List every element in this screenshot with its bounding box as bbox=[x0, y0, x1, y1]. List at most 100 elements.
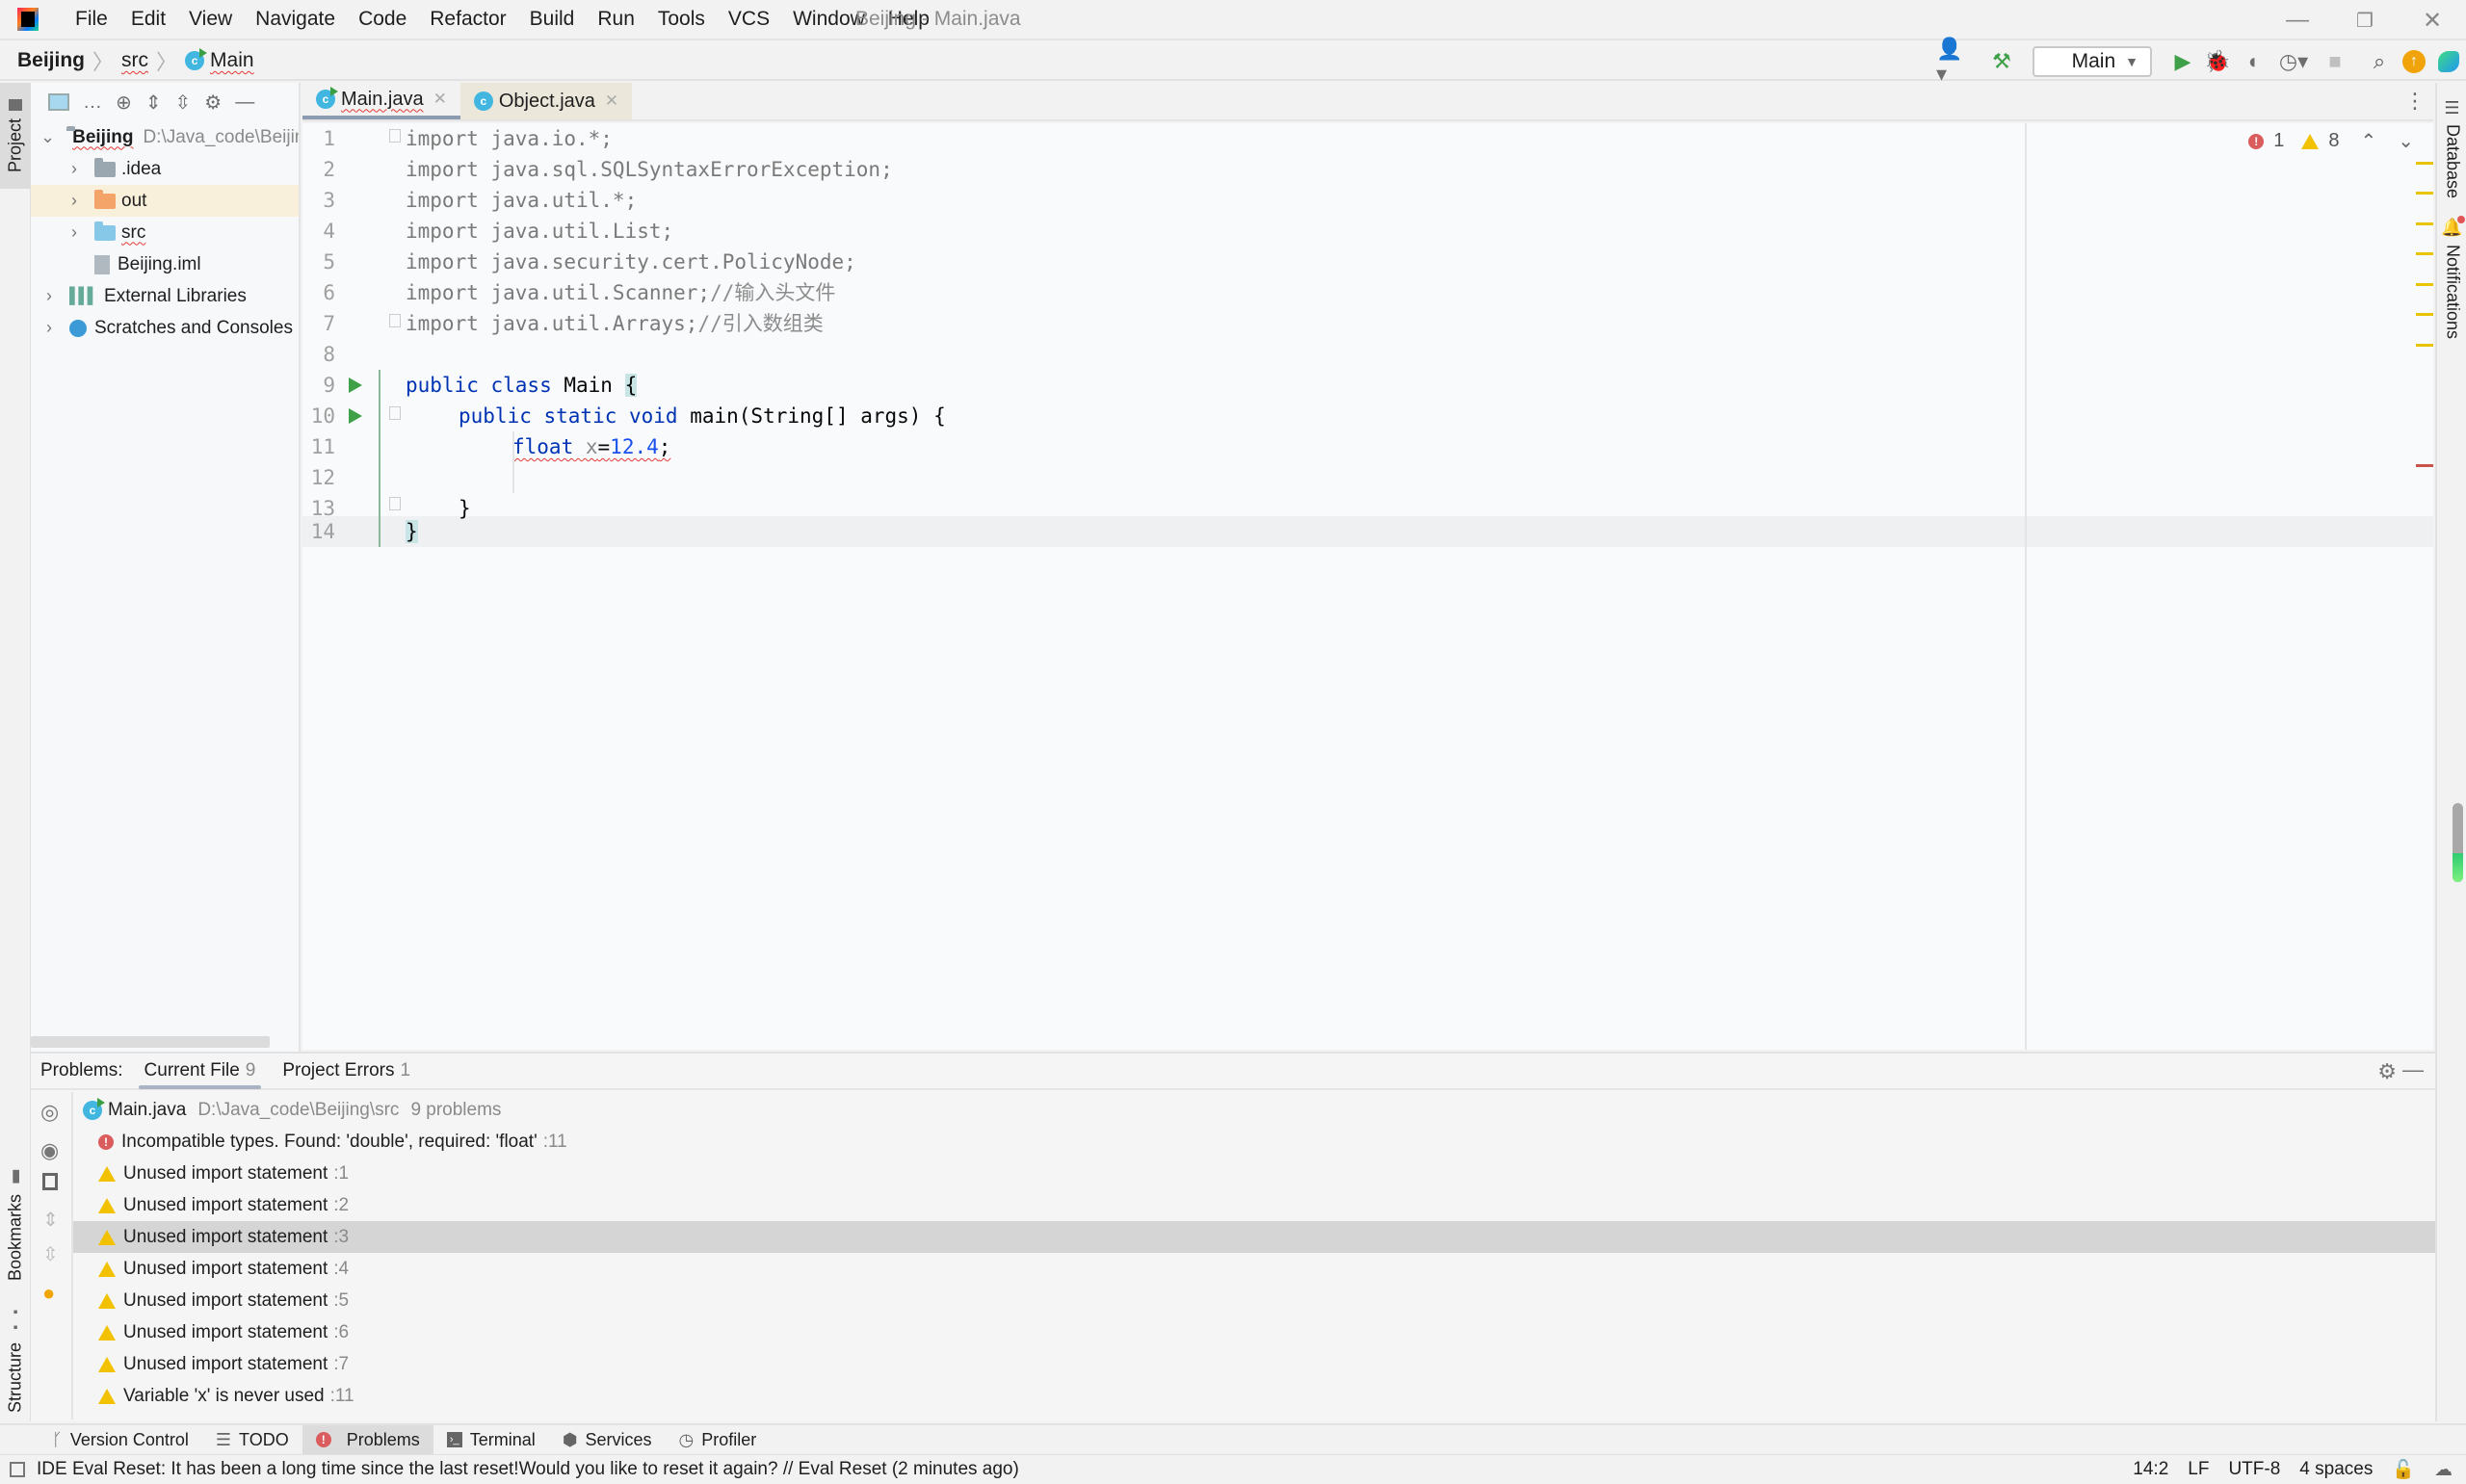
view-options-icon[interactable]: ◉ bbox=[40, 1138, 59, 1163]
run-icon[interactable]: ▶ bbox=[2165, 44, 2200, 79]
line-separator[interactable]: LF bbox=[2188, 1459, 2209, 1480]
collapse-all-icon[interactable]: ⇳ bbox=[42, 1242, 59, 1266]
menu-edit[interactable]: Edit bbox=[119, 8, 177, 31]
chevron-right-icon[interactable]: › bbox=[66, 191, 83, 211]
project-view-icon[interactable] bbox=[48, 93, 69, 111]
menu-file[interactable]: File bbox=[64, 8, 119, 31]
minimize-button[interactable]: — bbox=[2264, 0, 2331, 40]
chevron-right-icon[interactable]: › bbox=[66, 159, 83, 179]
stop-icon[interactable]: ■ bbox=[2318, 44, 2352, 79]
menu-refactor[interactable]: Refactor bbox=[418, 8, 517, 31]
tree-item-external-libraries[interactable]: › ▌▌▌ External Libraries bbox=[31, 280, 299, 312]
fold-icon[interactable] bbox=[389, 497, 401, 510]
menu-build[interactable]: Build bbox=[518, 8, 587, 31]
caret-position[interactable]: 14:2 bbox=[2133, 1459, 2168, 1480]
version-control-button[interactable]: ᚴ Version Control bbox=[39, 1425, 202, 1454]
problem-item[interactable]: Unused import statement:6 bbox=[73, 1316, 2435, 1348]
warning-stripe[interactable] bbox=[2416, 344, 2433, 347]
profile-icon[interactable]: ◷▾ bbox=[2269, 44, 2318, 79]
inspection-widget[interactable]: ! 1 8 ⌃ ⌄ bbox=[2248, 129, 2414, 153]
tab-main-java[interactable]: c Main.java ✕ bbox=[302, 83, 460, 119]
help-settings-icon[interactable]: ☁ bbox=[2434, 1459, 2453, 1481]
more-icon[interactable]: … bbox=[83, 91, 102, 114]
toolbox-icon[interactable] bbox=[2431, 44, 2466, 79]
tab-object-java[interactable]: c Object.java ✕ bbox=[459, 83, 633, 119]
todo-button[interactable]: ☰ TODO bbox=[202, 1425, 302, 1454]
database-tool-tab[interactable]: ☰ Database bbox=[2441, 98, 2464, 198]
user-icon[interactable]: 👤▾ bbox=[1936, 37, 1971, 86]
menu-tools[interactable]: Tools bbox=[646, 8, 717, 31]
tree-item-scratches[interactable]: › Scratches and Consoles bbox=[31, 312, 299, 344]
debug-icon[interactable]: 🐞 bbox=[2200, 44, 2235, 79]
problems-file-row[interactable]: c Main.java D:\Java_code\Beijing\src 9 p… bbox=[73, 1094, 2435, 1126]
warning-stripe[interactable] bbox=[2416, 313, 2433, 316]
memory-indicator[interactable] bbox=[2453, 803, 2463, 882]
chevron-right-icon[interactable]: › bbox=[40, 286, 58, 306]
problem-item[interactable]: ! Incompatible types. Found: 'double', re… bbox=[73, 1126, 2435, 1158]
tab-current-file[interactable]: Current File 9 bbox=[131, 1053, 270, 1089]
more-options-icon[interactable]: ⋮ bbox=[2404, 89, 2426, 114]
menu-navigate[interactable]: Navigate bbox=[244, 8, 347, 31]
locate-icon[interactable]: ⊕ bbox=[116, 91, 132, 115]
run-gutter-icon[interactable] bbox=[349, 378, 362, 393]
expand-all-icon[interactable]: ⇕ bbox=[145, 91, 162, 115]
tab-project-errors[interactable]: Project Errors 1 bbox=[269, 1053, 424, 1089]
breadcrumb-main[interactable]: Main bbox=[210, 49, 254, 72]
status-message[interactable]: IDE Eval Reset: It has been a long time … bbox=[37, 1459, 1019, 1480]
bookmarks-tool-tab[interactable]: Bookmarks ▮ bbox=[0, 1161, 31, 1287]
toggle-tool-windows-icon[interactable] bbox=[10, 1461, 25, 1477]
warning-stripe[interactable] bbox=[2416, 192, 2433, 195]
project-tool-tab[interactable]: Project bbox=[0, 83, 31, 189]
menu-code[interactable]: Code bbox=[347, 8, 418, 31]
update-icon[interactable]: ↑ bbox=[2397, 44, 2431, 79]
fold-icon[interactable] bbox=[389, 129, 401, 143]
fold-icon[interactable] bbox=[389, 314, 401, 327]
notifications-tool-tab[interactable]: 🔔 Notifications bbox=[2441, 216, 2465, 339]
restore-button[interactable]: ❐ bbox=[2331, 0, 2399, 40]
menu-view[interactable]: View bbox=[177, 8, 244, 31]
horizontal-scrollbar[interactable] bbox=[31, 1036, 270, 1048]
problem-item[interactable]: Unused import statement:7 bbox=[73, 1348, 2435, 1380]
problems-button[interactable]: ! Problems bbox=[302, 1425, 433, 1454]
chevron-down-icon[interactable]: ⌄ bbox=[40, 127, 55, 147]
run-configuration-select[interactable]: Main ▼ bbox=[2033, 46, 2152, 77]
problem-item[interactable]: Unused import statement:5 bbox=[73, 1285, 2435, 1316]
problem-item[interactable]: Unused import statement:3 bbox=[73, 1221, 2435, 1253]
error-stripe[interactable] bbox=[2416, 464, 2433, 467]
problem-item[interactable]: Unused import statement:2 bbox=[73, 1189, 2435, 1221]
hide-icon[interactable]: — bbox=[2402, 1057, 2424, 1082]
warning-stripe[interactable] bbox=[2416, 283, 2433, 286]
chevron-right-icon[interactable]: › bbox=[66, 222, 83, 243]
problem-item[interactable]: Variable 'x' is never used:11 bbox=[73, 1380, 2435, 1412]
tree-item-beijing[interactable]: ⌄ Beijing D:\Java_code\Beijing bbox=[31, 121, 299, 153]
expand-all-icon[interactable]: ⇕ bbox=[42, 1208, 59, 1232]
coverage-icon[interactable]: ◖ bbox=[2235, 44, 2269, 79]
problem-item[interactable]: Unused import statement:1 bbox=[73, 1158, 2435, 1189]
fold-icon[interactable] bbox=[389, 406, 401, 420]
run-gutter-icon[interactable] bbox=[349, 408, 362, 424]
close-button[interactable]: ✕ bbox=[2399, 0, 2466, 40]
problem-item[interactable]: Unused import statement:4 bbox=[73, 1253, 2435, 1285]
preview-icon[interactable] bbox=[42, 1173, 58, 1190]
structure-tool-tab[interactable]: Structure ▪▪ bbox=[0, 1305, 31, 1412]
lock-open-icon[interactable]: 🔓 bbox=[2392, 1458, 2415, 1481]
services-button[interactable]: ⬢ Services bbox=[549, 1425, 666, 1454]
auto-scroll-icon[interactable]: ◎ bbox=[40, 1100, 59, 1125]
indent-setting[interactable]: 4 spaces bbox=[2299, 1459, 2373, 1480]
file-encoding[interactable]: UTF-8 bbox=[2228, 1459, 2280, 1480]
close-tab-icon[interactable]: ✕ bbox=[605, 91, 618, 111]
next-highlight-icon[interactable]: ⌄ bbox=[2398, 129, 2414, 153]
tree-item-src[interactable]: › src bbox=[31, 217, 299, 248]
chevron-right-icon[interactable]: › bbox=[40, 318, 58, 338]
code-editor[interactable]: 1 2 3 4 5 6 7 8 9 10 11 12 13 14 import … bbox=[302, 123, 2433, 1050]
terminal-button[interactable]: ›_ Terminal bbox=[433, 1425, 549, 1454]
build-hammer-icon[interactable]: ⚒ bbox=[1984, 44, 2019, 79]
close-tab-icon[interactable]: ✕ bbox=[433, 90, 447, 109]
warning-stripe[interactable] bbox=[2416, 222, 2433, 225]
menu-run[interactable]: Run bbox=[586, 8, 646, 31]
tree-item-idea[interactable]: › .idea bbox=[31, 153, 299, 185]
hide-icon[interactable]: — bbox=[235, 91, 254, 114]
lightbulb-icon[interactable]: ● bbox=[42, 1281, 55, 1306]
tree-item-out[interactable]: › out bbox=[31, 185, 299, 217]
menu-vcs[interactable]: VCS bbox=[717, 8, 781, 31]
